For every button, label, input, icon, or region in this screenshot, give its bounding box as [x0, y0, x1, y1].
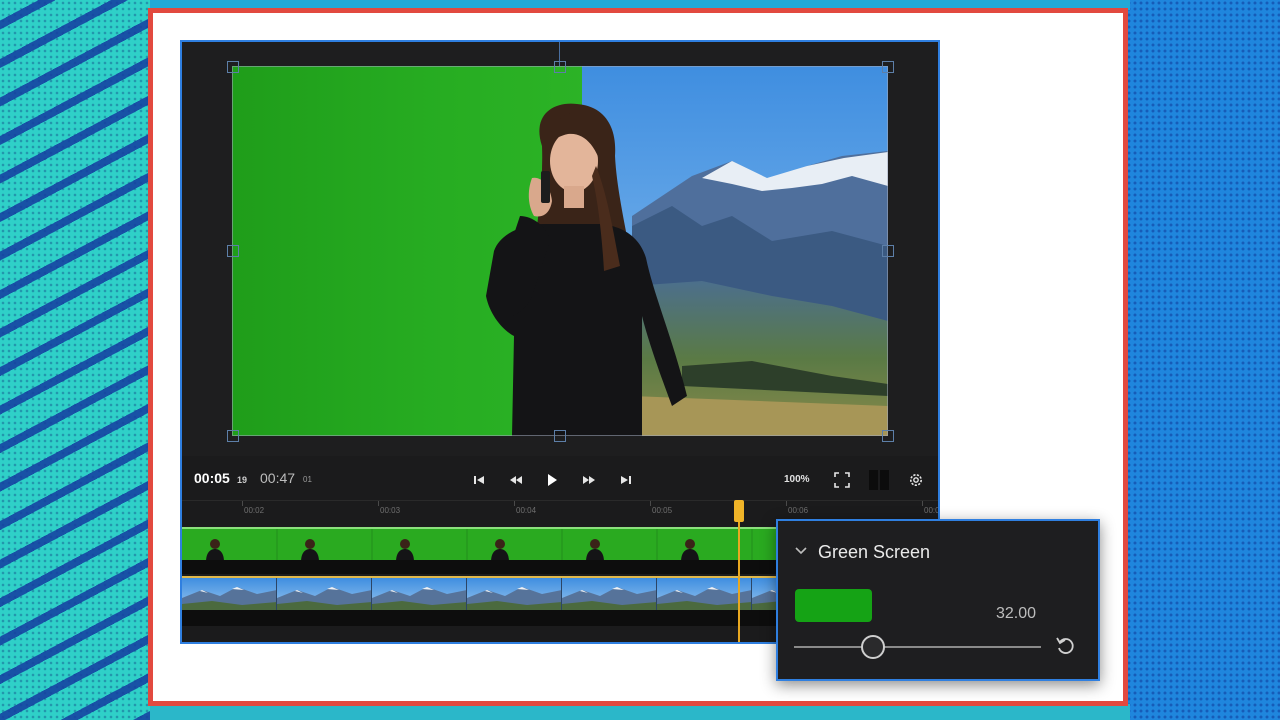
- ruler-tick: [242, 501, 243, 506]
- preview-frame[interactable]: [232, 66, 888, 436]
- resize-handle-top[interactable]: [554, 61, 566, 73]
- ruler-label: 00:06: [788, 506, 809, 515]
- total-timecode: 00:47: [260, 470, 296, 486]
- gear-icon: [910, 474, 922, 486]
- fullscreen-button[interactable]: [830, 468, 854, 492]
- zoom-level[interactable]: 100%: [784, 474, 810, 485]
- resize-handle-top-left[interactable]: [227, 61, 239, 73]
- fast-forward-icon: [583, 476, 595, 484]
- ruler-label: 00:03: [380, 506, 401, 515]
- skip-to-end-icon: [621, 476, 631, 484]
- ruler-label: 00:02: [244, 506, 265, 515]
- split-view-button[interactable]: [866, 468, 892, 492]
- current-frame: 19: [237, 475, 248, 485]
- resize-handle-bottom[interactable]: [554, 430, 566, 442]
- composited-scene: [486, 66, 888, 436]
- ruler-tick: [650, 501, 651, 506]
- transport-bar: 00:05 19 00:47 01 100%: [182, 460, 938, 500]
- green-screen-panel: Green Screen 32.00: [776, 519, 1100, 681]
- fast-forward-button[interactable]: [577, 468, 601, 492]
- background-bottom-strip: [150, 704, 1130, 720]
- resize-handle-bottom-right[interactable]: [882, 430, 894, 442]
- tolerance-slider-track[interactable]: [794, 646, 1041, 648]
- settings-button[interactable]: [904, 468, 928, 492]
- resize-handle-right[interactable]: [882, 245, 894, 257]
- ruler-tick: [378, 501, 379, 506]
- split-view-icon: [869, 470, 889, 490]
- play-icon: [548, 474, 557, 486]
- play-button[interactable]: [540, 468, 564, 492]
- skip-to-end-button[interactable]: [614, 468, 638, 492]
- background-left-pattern: [0, 0, 150, 720]
- rewind-button[interactable]: [504, 468, 528, 492]
- fullscreen-icon: [834, 472, 850, 488]
- tolerance-slider-thumb[interactable]: [861, 635, 886, 659]
- ruler-label: 00:04: [516, 506, 537, 515]
- ruler-label: 00:05: [652, 506, 673, 515]
- total-frame: 01: [303, 475, 312, 484]
- key-color-swatch[interactable]: [795, 589, 872, 622]
- playhead-handle[interactable]: [734, 500, 744, 522]
- resize-handle-top-right[interactable]: [882, 61, 894, 73]
- panel-title: Green Screen: [818, 542, 931, 562]
- rewind-icon: [510, 476, 522, 484]
- preview-viewer: [182, 42, 938, 456]
- resize-handle-left[interactable]: [227, 245, 239, 257]
- resize-handle-bottom-left[interactable]: [227, 430, 239, 442]
- tolerance-value: 32.00: [996, 605, 1037, 622]
- ruler-tick: [922, 501, 923, 506]
- ruler-tick: [786, 501, 787, 506]
- ruler-label: 00:07: [924, 506, 940, 515]
- skip-to-start-icon: [474, 476, 484, 484]
- skip-to-start-button[interactable]: [467, 468, 491, 492]
- ruler-tick: [514, 501, 515, 506]
- reset-icon[interactable]: [1054, 635, 1076, 657]
- current-timecode: 00:05: [194, 470, 230, 486]
- chevron-down-icon[interactable]: [795, 547, 807, 555]
- background-right-pattern: [1120, 0, 1280, 720]
